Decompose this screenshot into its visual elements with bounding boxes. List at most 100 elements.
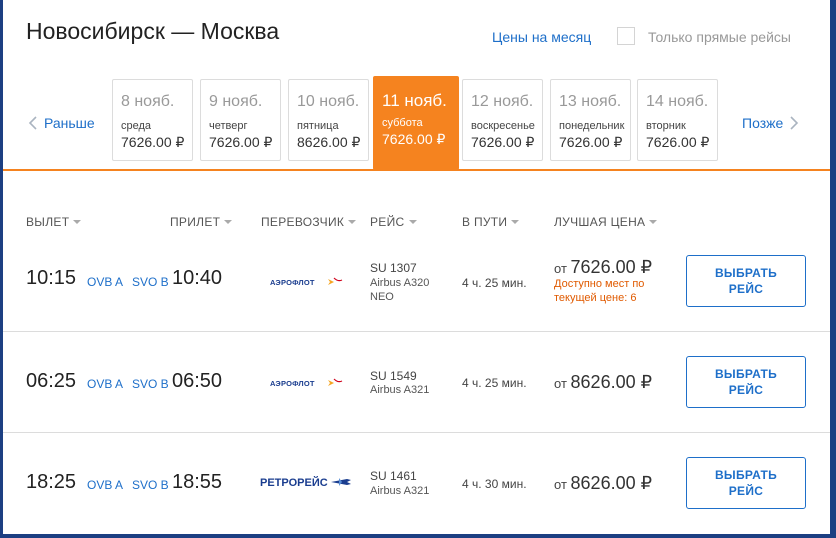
retroreis-logo-icon: РЕТРОРЕЙС xyxy=(260,476,351,489)
select-flight-button[interactable]: ВЫБРАТЬ РЕЙС xyxy=(686,356,806,408)
aeroflot-logo-icon: АЭРОФЛОТ xyxy=(270,277,343,287)
date-card-weekday: пятница xyxy=(297,120,339,132)
sort-price-header[interactable]: ЛУЧШАЯ ЦЕНА xyxy=(554,215,658,229)
column-label: В ПУТИ xyxy=(462,215,508,229)
date-card-price: 7626.00 ₽ xyxy=(559,134,623,150)
aircraft-type: Airbus A321 xyxy=(370,383,429,397)
aircraft-type: Airbus A321 xyxy=(370,484,429,498)
date-card-13-nov[interactable]: 13 нояб. понедельник 7626.00 ₽ xyxy=(550,79,631,161)
date-card-weekday: среда xyxy=(121,120,152,132)
departure-time: 10:15 xyxy=(26,267,77,289)
price-value: 7626.00 ₽ xyxy=(570,257,653,277)
route-title: Новосибирск — Москва xyxy=(26,18,280,44)
aircraft-line: Airbus A321 xyxy=(370,485,430,497)
date-card-date: 11 нояб. xyxy=(382,91,447,110)
sort-flight-header[interactable]: РЕЙС xyxy=(370,215,417,229)
departure-airport: OVB A xyxy=(87,478,124,492)
window-left-border xyxy=(0,0,3,538)
carrier-name: АЭРОФЛОТ xyxy=(270,278,315,287)
chevron-left-icon xyxy=(28,116,37,130)
date-card-price: 8626.00 ₽ xyxy=(297,134,361,150)
date-card-8-nov[interactable]: 8 нояб. среда 7626.00 ₽ xyxy=(112,79,193,161)
date-card-price: 7626.00 ₽ xyxy=(471,134,535,150)
later-dates-label: Позже xyxy=(742,115,784,131)
date-card-date: 14 нояб. xyxy=(646,93,709,110)
button-label-line: ВЫБРАТЬ xyxy=(714,468,778,482)
date-card-price: 7626.00 ₽ xyxy=(382,131,446,147)
date-card-date: 8 нояб. xyxy=(121,93,175,110)
arrival-time: 06:50 xyxy=(172,370,223,392)
seats-line: Доступно мест по xyxy=(554,278,645,290)
chevron-right-icon xyxy=(790,116,799,130)
direct-only-label[interactable]: Только прямые рейсы xyxy=(648,29,791,45)
sort-caret-icon xyxy=(408,220,417,224)
best-price: от 7626.00 ₽ xyxy=(554,257,652,278)
sort-caret-icon xyxy=(224,220,233,224)
earlier-dates-button[interactable]: Раньше xyxy=(28,115,95,131)
date-card-date: 13 нояб. xyxy=(559,93,622,110)
date-card-11-nov-selected[interactable]: 11 нояб. суббота 7626.00 ₽ xyxy=(373,76,459,170)
sort-arrive-header[interactable]: ПРИЛЕТ xyxy=(170,215,233,229)
aircraft-line: Airbus A320 xyxy=(370,277,430,289)
button-label-line: РЕЙС xyxy=(728,484,764,498)
price-value: 8626.00 ₽ xyxy=(570,473,653,493)
earlier-dates-label: Раньше xyxy=(44,115,95,131)
date-card-14-nov[interactable]: 14 нояб. вторник 7626.00 ₽ xyxy=(637,79,718,161)
carrier-name: РЕТРОРЕЙС xyxy=(260,476,328,489)
column-label: ПРИЛЕТ xyxy=(170,215,221,229)
column-label: РЕЙС xyxy=(370,215,405,229)
flight-duration: 4 ч. 30 мин. xyxy=(462,477,527,491)
date-card-weekday: четверг xyxy=(209,120,248,132)
sort-caret-icon xyxy=(348,220,357,224)
flight-duration: 4 ч. 25 мин. xyxy=(462,276,527,290)
button-label-line: ВЫБРАТЬ xyxy=(714,266,778,280)
arrival-airport: SVO B xyxy=(132,377,169,391)
sort-caret-icon xyxy=(649,220,658,224)
row-divider xyxy=(3,331,830,332)
price-prefix: от xyxy=(554,261,567,276)
sort-carrier-header[interactable]: ПЕРЕВОЗЧИК xyxy=(261,215,357,229)
best-price: от 8626.00 ₽ xyxy=(554,372,652,393)
date-card-weekday: вторник xyxy=(646,120,686,132)
aircraft-line: NEO xyxy=(370,291,394,303)
sort-duration-header[interactable]: В ПУТИ xyxy=(462,215,520,229)
date-strip-underline xyxy=(3,169,830,171)
select-flight-button[interactable]: ВЫБРАТЬ РЕЙС xyxy=(686,457,806,509)
flight-number: SU 1549 xyxy=(370,369,417,383)
aircraft-line: Airbus A321 xyxy=(370,384,430,396)
date-card-10-nov[interactable]: 10 нояб. пятница 8626.00 ₽ xyxy=(288,79,369,161)
date-card-weekday: понедельник xyxy=(559,120,625,132)
departure-airport: OVB A xyxy=(87,275,124,289)
button-label-line: ВЫБРАТЬ xyxy=(714,367,778,381)
best-price: от 8626.00 ₽ xyxy=(554,473,652,494)
date-card-weekday: воскресенье xyxy=(471,120,535,132)
flight-number: SU 1307 xyxy=(370,261,417,275)
price-prefix: от xyxy=(554,376,567,391)
arrival-time: 18:55 xyxy=(172,471,223,493)
select-flight-button[interactable]: ВЫБРАТЬ РЕЙС xyxy=(686,255,806,307)
arrival-airport: SVO B xyxy=(132,275,169,289)
sort-depart-header[interactable]: ВЫЛЕТ xyxy=(26,215,82,229)
date-card-weekday: суббота xyxy=(382,117,423,129)
flight-number: SU 1461 xyxy=(370,469,417,483)
date-card-12-nov[interactable]: 12 нояб. воскресенье 7626.00 ₽ xyxy=(462,79,543,161)
button-label-line: РЕЙС xyxy=(728,383,764,397)
flight-duration: 4 ч. 25 мин. xyxy=(462,376,527,390)
date-card-9-nov[interactable]: 9 нояб. четверг 7626.00 ₽ xyxy=(200,79,281,161)
date-card-price: 7626.00 ₽ xyxy=(121,134,185,150)
column-label: ВЫЛЕТ xyxy=(26,215,70,229)
date-card-price: 7626.00 ₽ xyxy=(646,134,710,150)
direct-only-checkbox[interactable] xyxy=(617,27,635,45)
aeroflot-logo-icon: АЭРОФЛОТ xyxy=(270,378,343,388)
later-dates-button[interactable]: Позже xyxy=(742,115,799,131)
aircraft-type: Airbus A320 NEO xyxy=(370,276,429,304)
carrier-name: АЭРОФЛОТ xyxy=(270,379,315,388)
arrival-airport: SVO B xyxy=(132,478,169,492)
sort-caret-icon xyxy=(73,220,82,224)
sort-caret-icon xyxy=(511,220,520,224)
window-bottom-border xyxy=(0,534,836,538)
month-prices-link[interactable]: Цены на месяц xyxy=(492,29,591,45)
button-label-line: РЕЙС xyxy=(728,282,764,296)
seats-line: текущей цене: 6 xyxy=(554,292,637,304)
departure-time: 06:25 xyxy=(26,370,77,392)
